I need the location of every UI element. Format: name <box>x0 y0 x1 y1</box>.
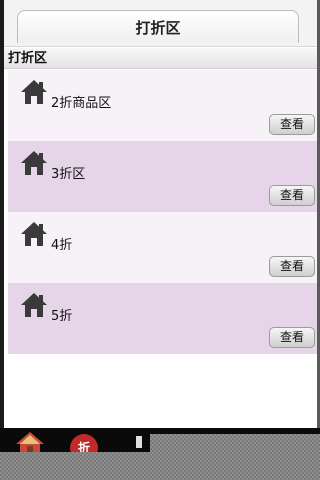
list-item-label: 4折 <box>51 238 73 253</box>
list-item[interactable]: 2折商品区 查看 <box>8 70 317 141</box>
home-icon <box>21 151 47 175</box>
transparent-area <box>150 434 320 452</box>
view-button[interactable]: 查看 <box>269 114 315 135</box>
transparent-area <box>0 452 320 480</box>
page-title-tab[interactable]: 打折区 <box>17 10 299 43</box>
view-button[interactable]: 查看 <box>269 256 315 277</box>
home-icon <box>21 293 47 317</box>
list-item-label: 3折区 <box>51 167 86 182</box>
top-bar: 打折区 <box>4 0 317 47</box>
list-item[interactable]: 5折 查看 <box>8 283 317 354</box>
list-item[interactable]: 3折区 查看 <box>8 141 317 212</box>
list-item-label: 5折 <box>51 309 73 324</box>
tab-icon-fragment[interactable] <box>136 436 142 448</box>
section-title: 打折区 <box>4 48 317 69</box>
view-button[interactable]: 查看 <box>269 185 315 206</box>
list-item-label: 2折商品区 <box>51 96 112 111</box>
discount-list: 2折商品区 查看 3折区 查看 4折 查看 5折 查看 <box>8 70 317 354</box>
list-item[interactable]: 4折 查看 <box>8 212 317 283</box>
home-icon <box>21 80 47 104</box>
view-button[interactable]: 查看 <box>269 327 315 348</box>
home-tab-icon[interactable] <box>14 431 46 453</box>
home-icon <box>21 222 47 246</box>
